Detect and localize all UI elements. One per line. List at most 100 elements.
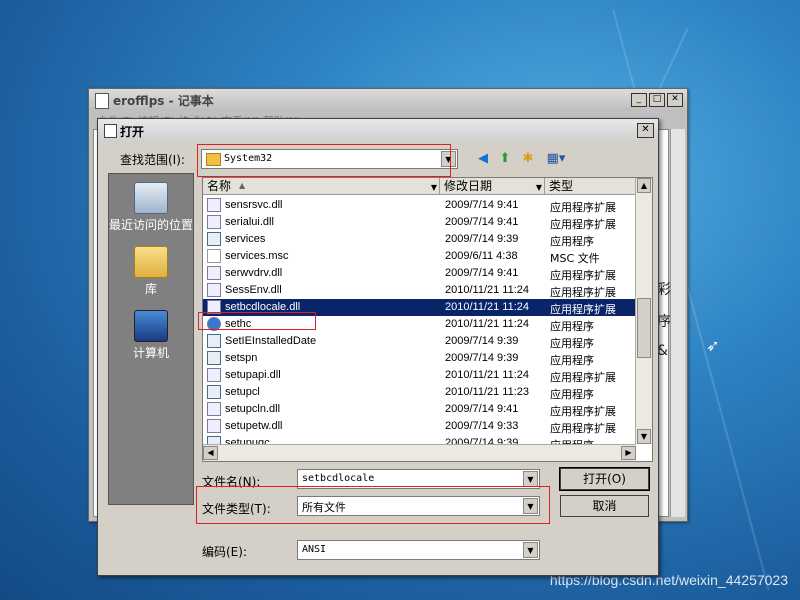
dialog-icon xyxy=(104,124,117,138)
chevron-down-icon[interactable]: ▼ xyxy=(431,180,437,196)
file-date: 2009/7/14 9:33 xyxy=(445,420,519,432)
maximize-button[interactable]: □ xyxy=(649,93,665,107)
file-date: 2009/6/11 4:38 xyxy=(445,250,518,262)
column-type-label: 类型 xyxy=(549,179,574,193)
dialog-close-button[interactable]: ✕ xyxy=(637,123,654,138)
dll-file-icon xyxy=(207,419,221,433)
filetype-label: 文件类型(T): xyxy=(202,502,271,516)
libraries-icon xyxy=(134,246,168,278)
dll-file-icon xyxy=(207,300,221,314)
place-recent[interactable]: 最近访问的位置 xyxy=(109,182,193,233)
file-row[interactable]: setupetw.dll 2009/7/14 9:33 应用程序扩展 xyxy=(203,418,635,435)
cancel-button[interactable]: 取消 xyxy=(560,495,649,517)
file-row[interactable]: serialui.dll 2009/7/14 9:41 应用程序扩展 xyxy=(203,214,635,231)
file-date: 2009/7/14 9:41 xyxy=(445,199,519,211)
file-name: setupcl xyxy=(225,386,260,398)
chevron-down-icon[interactable]: ▼ xyxy=(536,180,542,196)
file-date: 2010/11/21 11:24 xyxy=(445,301,530,313)
file-row[interactable]: SetIEInstalledDate 2009/7/14 9:39 应用程序 xyxy=(203,333,635,350)
file-row[interactable]: setspn 2009/7/14 9:39 应用程序 xyxy=(203,350,635,367)
file-type: 应用程序 xyxy=(550,320,594,333)
file-name: setupcln.dll xyxy=(225,403,281,415)
file-name: serialui.dll xyxy=(225,216,274,228)
new-folder-icon[interactable]: ✱ xyxy=(520,151,536,167)
filename-value: setbcdlocale xyxy=(302,473,375,484)
file-row[interactable]: SessEnv.dll 2010/11/21 11:24 应用程序扩展 xyxy=(203,282,635,299)
dll-file-icon xyxy=(207,402,221,416)
open-dialog: 打开 ✕ 查找范围(I): System32 ▼ ◀ ⬆ ✱ ▦▾ 最近访问的位… xyxy=(97,118,659,576)
chevron-down-icon[interactable]: ▼ xyxy=(523,471,538,487)
recent-places-icon xyxy=(134,182,168,214)
place-libraries-label: 库 xyxy=(144,282,157,296)
filetype-value: 所有文件 xyxy=(302,501,346,514)
file-row[interactable]: setbcdlocale.dll 2010/11/21 11:24 应用程序扩展 xyxy=(203,299,635,316)
open-button[interactable]: 打开(O) xyxy=(559,467,650,491)
file-type: 应用程序扩展 xyxy=(550,286,616,299)
file-row[interactable]: sethc 2010/11/21 11:24 应用程序 xyxy=(203,316,635,333)
chevron-down-icon[interactable]: ▼ xyxy=(523,542,538,558)
file-name: setupetw.dll xyxy=(225,420,283,432)
minimize-button[interactable]: _ xyxy=(631,93,647,107)
file-type: 应用程序扩展 xyxy=(550,371,616,384)
scroll-left-button[interactable]: ◀ xyxy=(203,446,218,460)
file-list-horizontal-scrollbar[interactable]: ◀ ▶ xyxy=(203,444,636,461)
file-list-vertical-scrollbar[interactable]: ▲ ▼ xyxy=(635,178,652,444)
lookin-dropdown[interactable]: System32 ▼ xyxy=(201,149,458,169)
notepad-title: erofflps - 记事本 xyxy=(113,94,214,108)
scroll-right-button[interactable]: ▶ xyxy=(621,446,636,460)
view-menu-icon[interactable]: ▦▾ xyxy=(544,151,568,167)
file-row[interactable]: services 2009/7/14 9:39 应用程序 xyxy=(203,231,635,248)
notepad-text-fragment: 彩 xyxy=(657,282,671,298)
scroll-thumb[interactable] xyxy=(637,298,651,358)
file-row[interactable]: services.msc 2009/6/11 4:38 MSC 文件 xyxy=(203,248,635,265)
file-row[interactable]: setupcl 2010/11/21 11:23 应用程序 xyxy=(203,384,635,401)
encoding-label: 编码(E): xyxy=(202,545,247,559)
lookin-value: System32 xyxy=(224,153,273,164)
file-name: setspn xyxy=(225,352,258,364)
file-date: 2009/7/14 9:41 xyxy=(445,216,519,228)
file-type: 应用程序扩展 xyxy=(550,303,616,316)
file-name: services.msc xyxy=(225,250,289,262)
filetype-dropdown[interactable]: 所有文件 ▼ xyxy=(297,496,540,516)
file-name: setbcdlocale.dll xyxy=(225,301,301,313)
dll-file-icon xyxy=(207,266,221,280)
file-date: 2010/11/21 11:24 xyxy=(445,369,530,381)
dll-file-icon xyxy=(207,215,221,229)
up-folder-icon[interactable]: ⬆ xyxy=(497,151,513,167)
computer-icon xyxy=(134,310,168,342)
file-date: 2009/7/14 9:39 xyxy=(445,352,519,364)
encoding-dropdown[interactable]: ANSI ▼ xyxy=(297,540,540,560)
dll-file-icon xyxy=(207,283,221,297)
file-row[interactable]: setupcln.dll 2009/7/14 9:41 应用程序扩展 xyxy=(203,401,635,418)
filename-input[interactable]: setbcdlocale ▼ xyxy=(297,469,540,489)
file-type: MSC 文件 xyxy=(550,252,600,265)
column-header-date[interactable]: 修改日期 ▼ xyxy=(440,178,545,195)
application-icon xyxy=(207,385,221,399)
scroll-up-button[interactable]: ▲ xyxy=(637,178,651,193)
scroll-down-button[interactable]: ▼ xyxy=(637,429,651,444)
application-icon xyxy=(207,351,221,365)
places-bar: 最近访问的位置 库 计算机 xyxy=(108,173,194,505)
back-icon[interactable]: ◀ xyxy=(475,151,491,167)
dll-file-icon xyxy=(207,368,221,382)
dialog-titlebar: 打开 ✕ xyxy=(98,119,658,141)
place-libraries[interactable]: 库 xyxy=(109,246,193,297)
file-type: 应用程序 xyxy=(550,388,594,401)
place-computer[interactable]: 计算机 xyxy=(109,310,193,361)
file-row[interactable]: setupapi.dll 2010/11/21 11:24 应用程序扩展 xyxy=(203,367,635,384)
file-name: SessEnv.dll xyxy=(225,284,282,296)
file-name: serwvdrv.dll xyxy=(225,267,283,279)
close-button[interactable]: ✕ xyxy=(667,93,683,107)
chevron-down-icon[interactable]: ▼ xyxy=(441,151,456,167)
notepad-scrollbar[interactable] xyxy=(670,129,685,517)
chevron-down-icon[interactable]: ▼ xyxy=(523,498,538,514)
file-date: 2010/11/21 11:24 xyxy=(445,284,530,296)
notepad-icon xyxy=(95,93,109,109)
file-row[interactable]: serwvdrv.dll 2009/7/14 9:41 应用程序扩展 xyxy=(203,265,635,282)
file-row[interactable]: sensrsvc.dll 2009/7/14 9:41 应用程序扩展 xyxy=(203,197,635,214)
column-header-name[interactable]: 名称 ▲ ▼ xyxy=(203,178,440,195)
column-header-type[interactable]: 类型 xyxy=(545,178,636,195)
file-name: sensrsvc.dll xyxy=(225,199,283,211)
file-list[interactable]: 名称 ▲ ▼ 修改日期 ▼ 类型 sensrsvc.dll 2009/7/14 9… xyxy=(202,177,653,462)
file-type: 应用程序扩展 xyxy=(550,269,616,282)
